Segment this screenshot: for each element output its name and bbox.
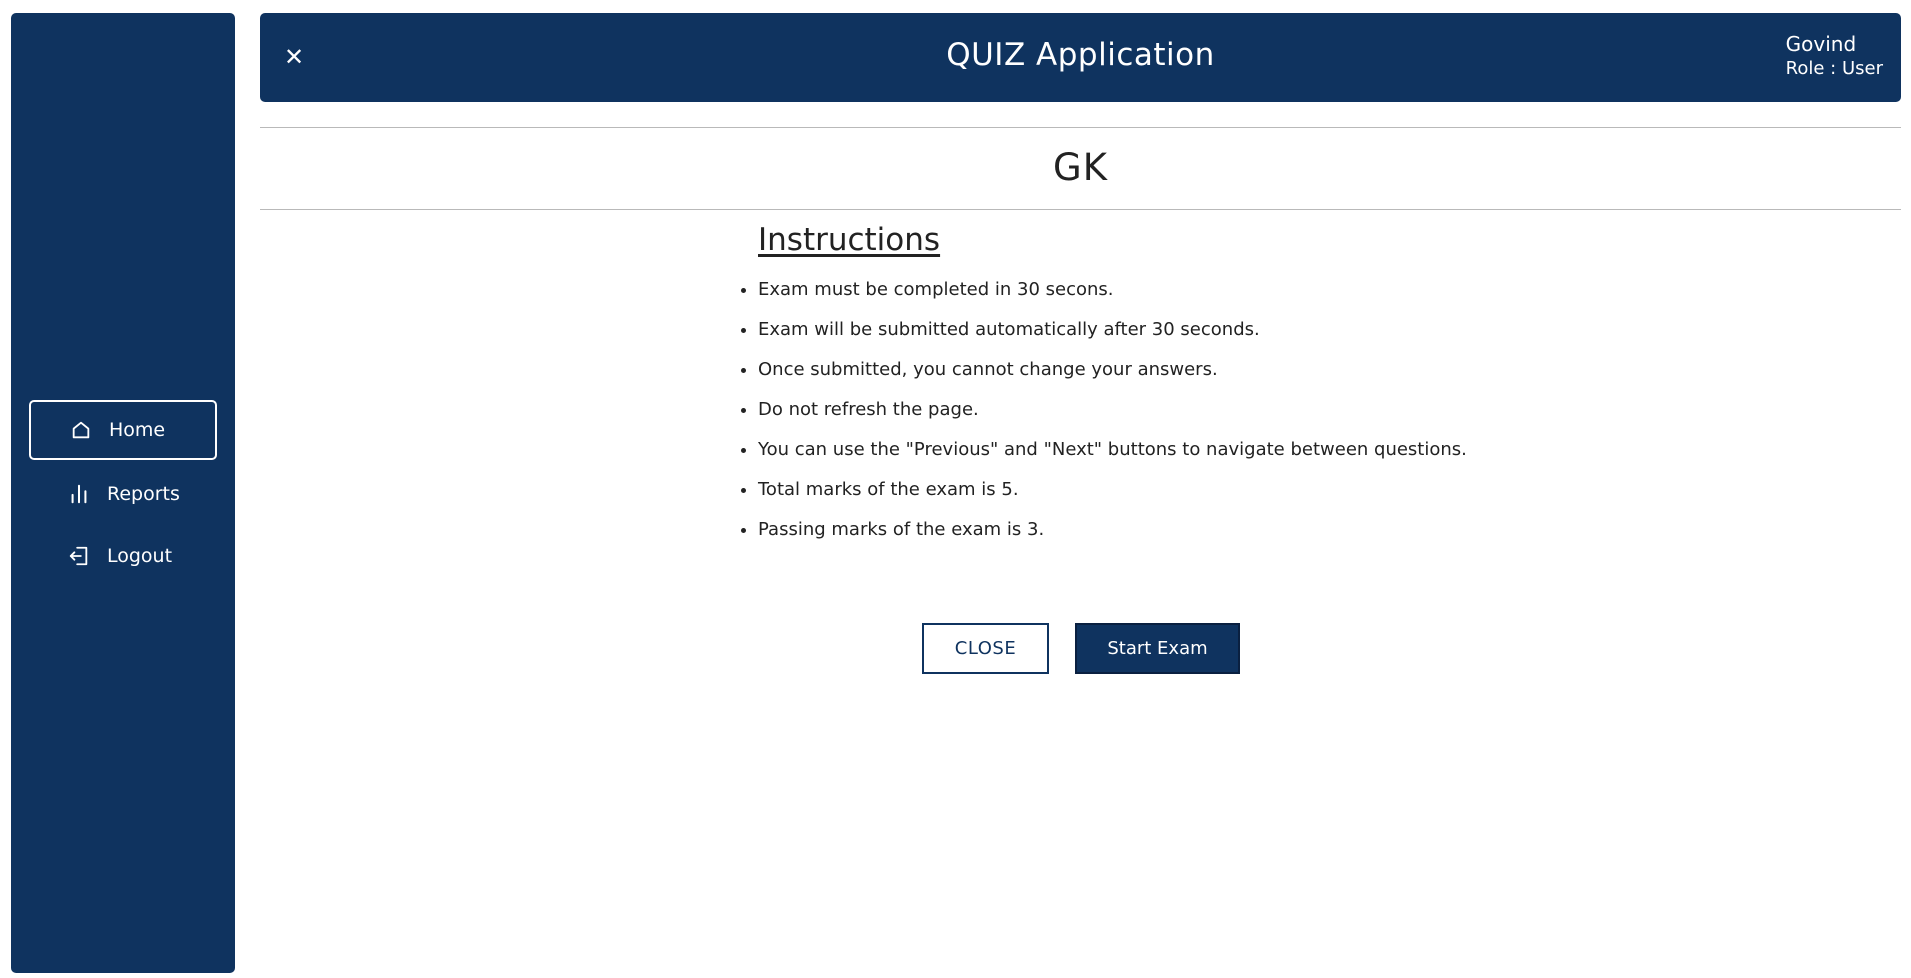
list-item: You can use the "Previous" and "Next" bu… — [741, 438, 1538, 478]
user-role: Role : User — [1785, 58, 1883, 79]
sidebar-item-home[interactable]: Home — [29, 400, 217, 460]
instructions-list: Exam must be completed in 30 secons. Exa… — [741, 278, 1538, 558]
sidebar-item-logout[interactable]: Logout — [29, 526, 217, 586]
app-title: QUIZ Application — [946, 37, 1215, 73]
bottom-divider — [260, 209, 1901, 210]
list-item: Do not refresh the page. — [741, 398, 1538, 438]
sidebar: Home Reports Logout — [11, 13, 235, 973]
list-item: Exam will be submitted automatically aft… — [741, 318, 1538, 358]
bar-chart-icon — [67, 482, 91, 506]
close-button[interactable]: CLOSE — [922, 623, 1049, 674]
instructions-heading: Instructions — [758, 222, 941, 258]
list-item: Passing marks of the exam is 3. — [741, 518, 1538, 558]
list-item: Once submitted, you cannot change your a… — [741, 358, 1538, 398]
sidebar-nav: Home Reports Logout — [29, 400, 217, 588]
list-item: Exam must be completed in 30 secons. — [741, 278, 1538, 318]
sidebar-item-label: Home — [109, 419, 166, 441]
start-exam-button[interactable]: Start Exam — [1075, 623, 1240, 674]
exam-subject-title: GK — [1053, 146, 1108, 189]
sidebar-item-label: Reports — [107, 483, 180, 505]
top-divider — [260, 127, 1901, 128]
user-name: Govind — [1785, 32, 1857, 56]
list-item: Total marks of the exam is 5. — [741, 478, 1538, 518]
app-header: ✕ QUIZ Application Govind Role : User — [260, 13, 1901, 102]
home-icon — [69, 418, 93, 442]
sidebar-item-reports[interactable]: Reports — [29, 464, 217, 524]
logout-icon — [67, 544, 91, 568]
user-info: Govind Role : User — [1786, 31, 1883, 81]
instructions-section: Instructions Exam must be completed in 3… — [741, 222, 1538, 558]
sidebar-item-label: Logout — [107, 545, 173, 567]
